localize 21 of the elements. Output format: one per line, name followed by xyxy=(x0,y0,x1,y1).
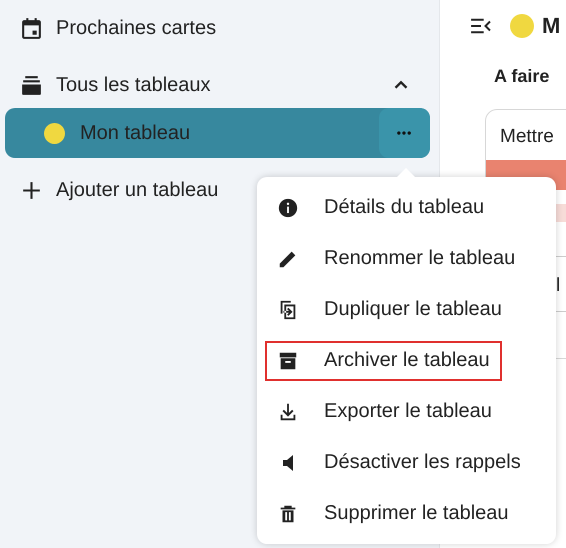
card-title: Mettre xyxy=(499,126,555,148)
board-item[interactable]: Mon tableau ••• xyxy=(5,108,430,158)
menu-item[interactable]: Exporter le tableau xyxy=(265,392,504,432)
menu-collapse-icon[interactable] xyxy=(470,17,492,35)
column-title: A faire xyxy=(494,66,550,87)
calendar-icon xyxy=(19,16,44,40)
board-name: Mon tableau xyxy=(80,122,192,144)
menu-item[interactable]: Supprimer le tableau xyxy=(265,494,521,534)
more-button[interactable]: ••• xyxy=(379,108,430,158)
menu-item[interactable]: Désactiver les rappels xyxy=(265,442,533,482)
board-color-dot xyxy=(510,14,534,38)
menu-item[interactable]: Archiver le tableau xyxy=(265,340,502,380)
menu-item[interactable]: Détails du tableau xyxy=(265,188,496,228)
sidebar-item[interactable]: Tous les tableaux xyxy=(56,74,390,96)
card-text: l xyxy=(555,275,562,297)
board-title: M xyxy=(542,13,560,39)
menu-item[interactable]: Renommer le tableau xyxy=(265,238,528,278)
sidebar-item[interactable]: Prochaines cartes xyxy=(56,16,420,40)
menu-item[interactable]: Dupliquer le tableau xyxy=(265,290,514,330)
speaker-icon xyxy=(282,454,294,472)
info-icon xyxy=(277,196,299,218)
